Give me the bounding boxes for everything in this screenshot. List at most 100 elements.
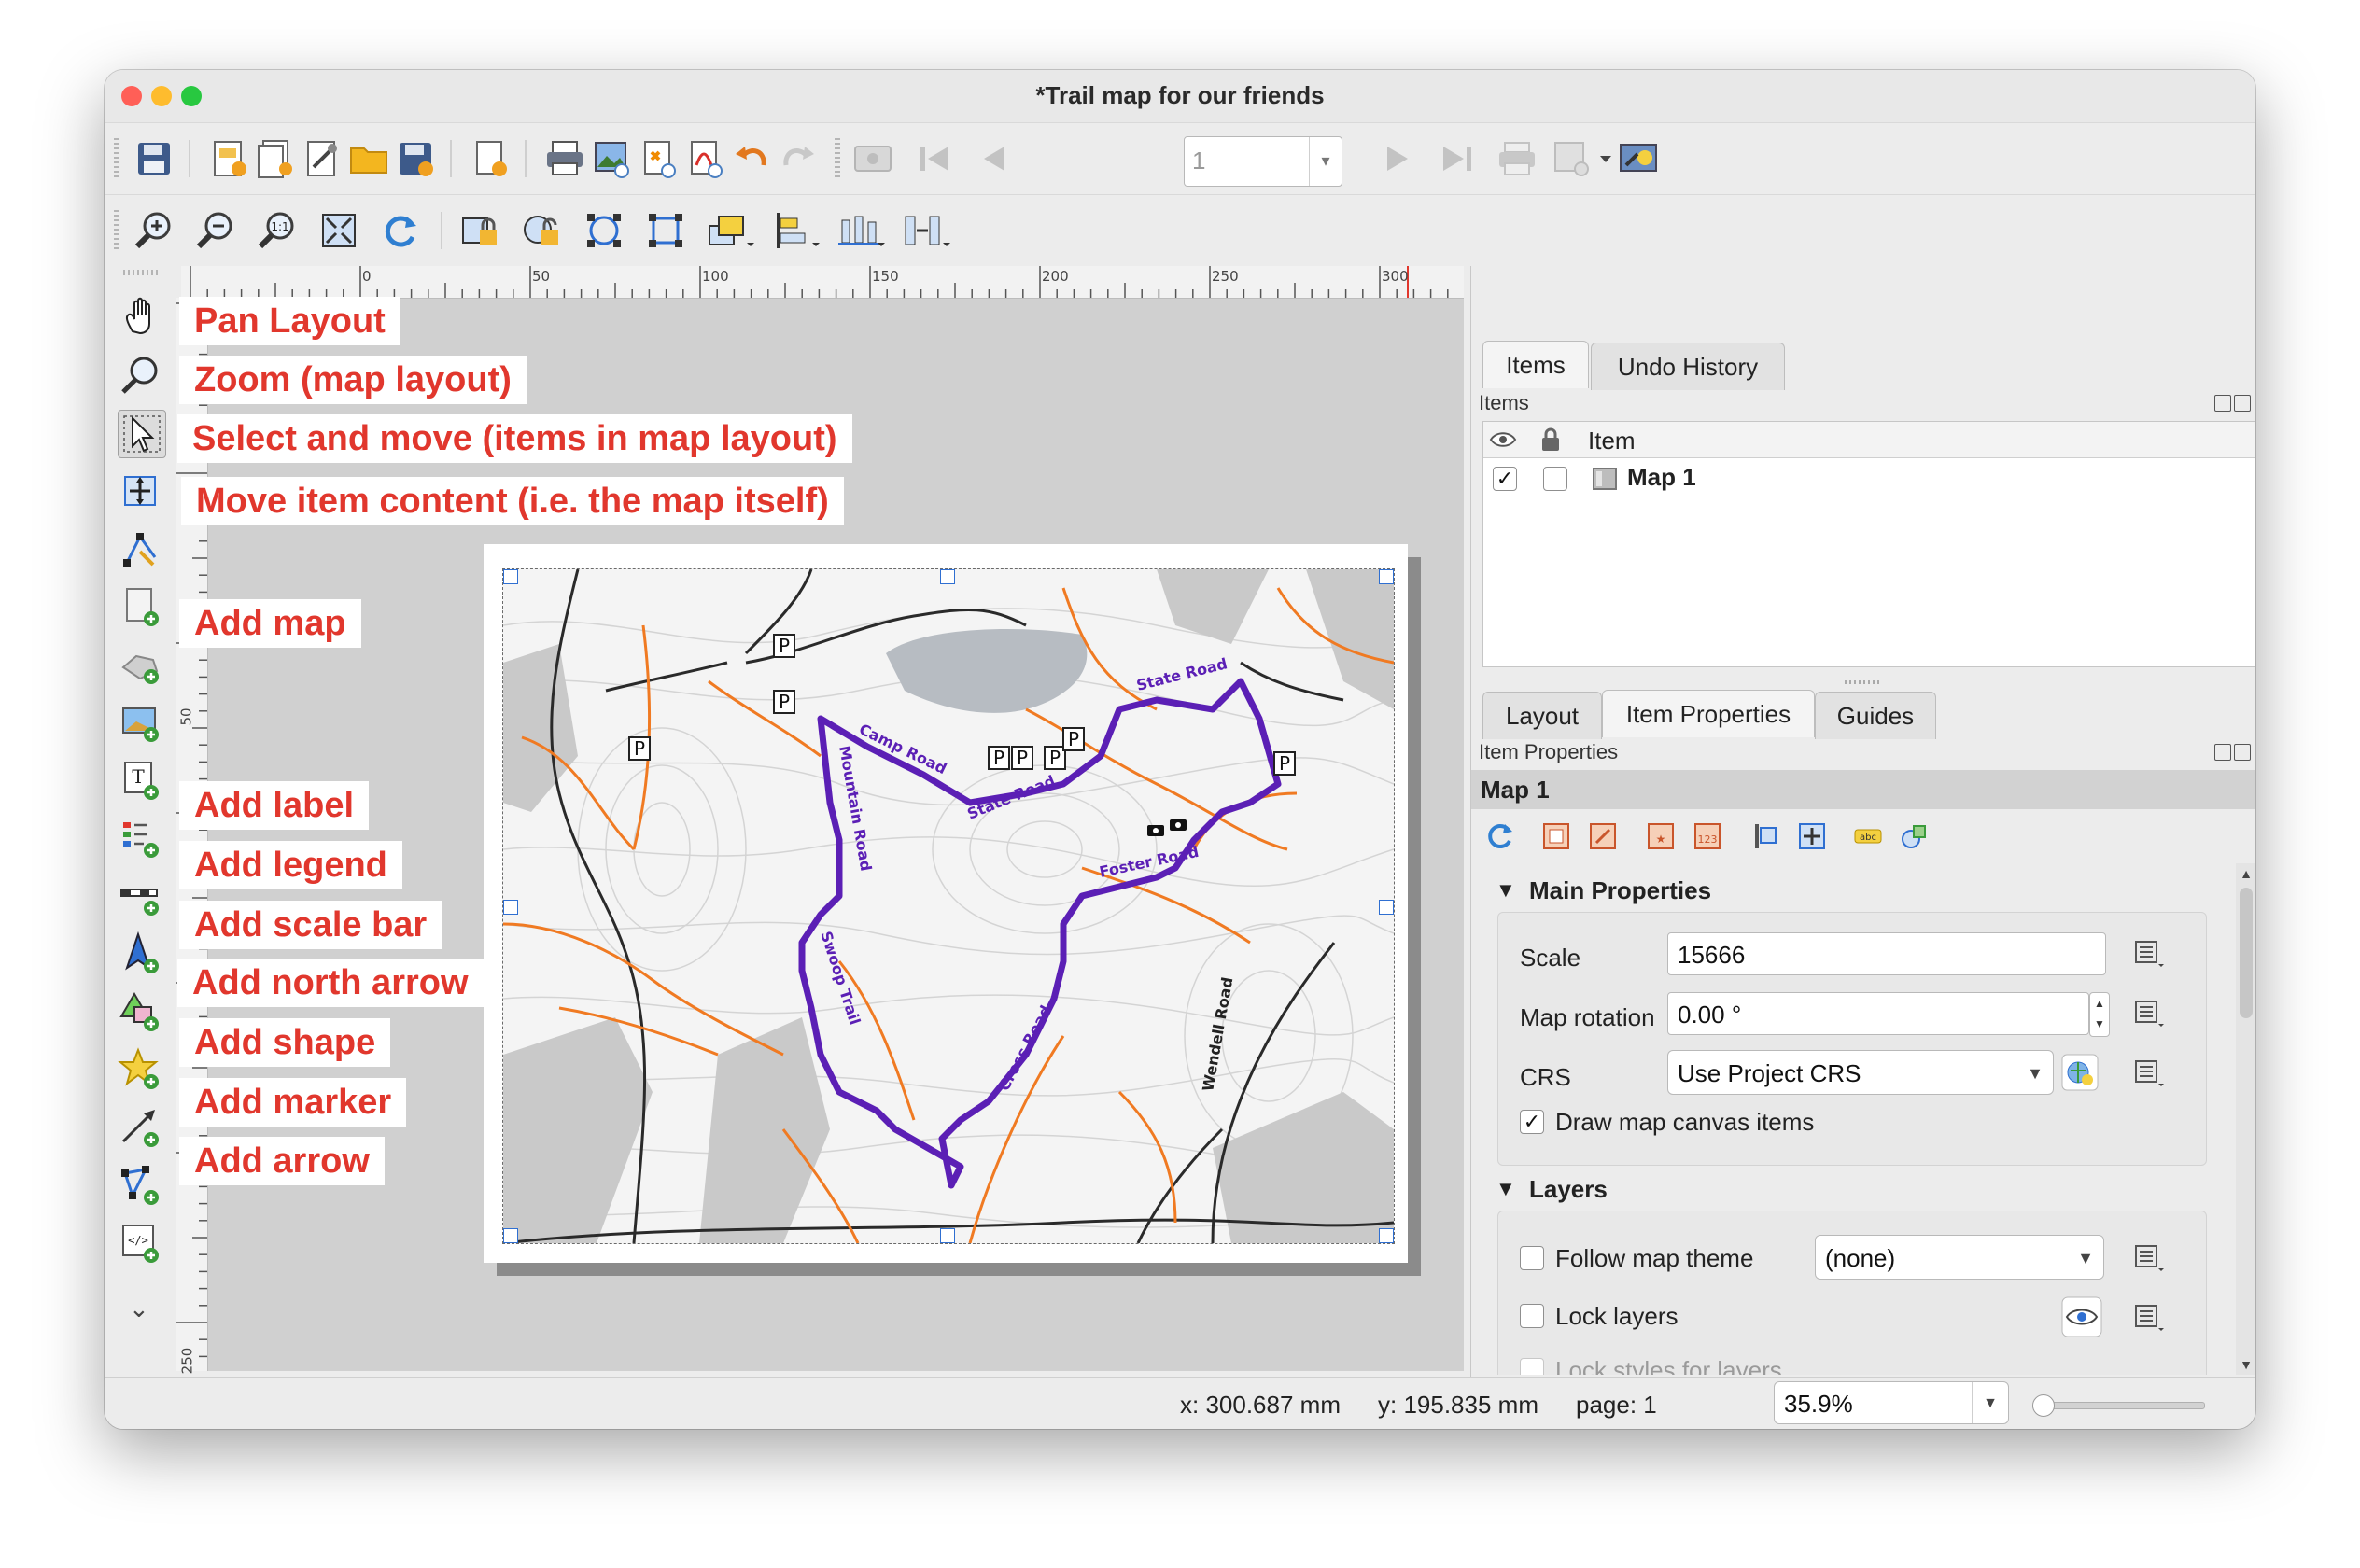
resize-items-icon[interactable] [902,209,954,252]
resize-handle[interactable] [1379,900,1394,915]
previous-feature-icon[interactable] [973,137,1016,180]
tab-layout[interactable]: Layout [1482,692,1602,739]
close-dock-icon[interactable] [2234,395,2251,412]
toolbar-grip[interactable] [123,270,161,275]
zoom-full-icon[interactable] [317,209,360,252]
rotation-stepper-icon[interactable]: ▲ ▼ [2089,992,2110,1037]
zoom-out-icon[interactable] [194,209,237,252]
move-item-content-icon[interactable] [118,468,164,514]
refresh-icon[interactable] [379,209,422,252]
clipping-settings-icon[interactable] [1899,820,1931,852]
new-layout-icon[interactable] [207,137,250,180]
data-defined-override-icon[interactable] [2130,1054,2168,1091]
export-svg-icon[interactable] [637,137,680,180]
duplicate-layout-icon[interactable] [254,137,297,180]
items-tree[interactable]: Item ✓ Map 1 [1482,421,2255,667]
add-node-item-icon[interactable] [118,1162,164,1209]
select-crs-icon[interactable] [2061,1054,2099,1091]
tab-item-properties[interactable]: Item Properties [1602,690,1815,737]
refresh-preview-icon[interactable] [1484,820,1516,852]
set-extent-icon[interactable] [1540,820,1572,852]
atlas-preview-icon[interactable] [851,137,894,180]
layers-toggle-icon[interactable]: ▼ [1496,1177,1516,1201]
data-defined-override-icon[interactable] [2130,994,2168,1031]
map-item[interactable]: P P P P P P P P Camp Road Mountain Road … [502,568,1395,1244]
chevron-down-icon[interactable]: ▼ [2027,1051,2044,1096]
chevron-down-icon[interactable]: ▾ [1309,137,1342,186]
layer-visibility-eye-icon[interactable] [2061,1296,2102,1337]
lock-styles-checkbox[interactable] [1520,1358,1544,1375]
select-move-icon[interactable] [118,410,166,458]
print-atlas-icon[interactable] [1496,137,1538,180]
layout-manager-icon[interactable] [301,137,344,180]
print-icon[interactable] [543,137,586,180]
float-dock-icon[interactable] [2214,744,2231,761]
undo-icon[interactable] [730,137,773,180]
zoom-layout-icon[interactable] [118,352,164,399]
resize-handle[interactable] [1379,1228,1394,1243]
chevron-down-icon[interactable]: ▼ [2077,1236,2094,1281]
resize-handle[interactable] [940,569,955,584]
export-atlas-icon[interactable] [1550,137,1619,180]
save-as-template-icon[interactable] [394,137,437,180]
atlas-control-icon[interactable] [1749,820,1781,852]
lock-layers-checkbox[interactable] [1520,1304,1544,1328]
add-marker-icon[interactable] [118,1046,164,1093]
group-items-icon[interactable] [583,209,625,252]
add-label-icon[interactable]: T [118,757,164,804]
toolbar-grip[interactable] [114,210,119,251]
add-map-icon[interactable] [118,583,164,630]
open-folder-icon[interactable] [347,137,390,180]
toolbar-grip[interactable] [835,138,840,179]
follow-map-theme-checkbox[interactable] [1520,1246,1544,1270]
redo-icon[interactable] [777,137,820,180]
first-feature-icon[interactable] [913,137,956,180]
tab-undo-history[interactable]: Undo History [1591,343,1785,390]
lock-items-icon[interactable] [459,209,502,252]
align-items-icon[interactable] [771,209,823,252]
export-pdf-icon[interactable] [683,137,726,180]
label-settings-icon[interactable]: abc [1852,820,1884,852]
splitter-handle[interactable] [1845,680,1882,684]
map-rotation-spinbox[interactable]: 0.00 ° [1667,992,2089,1035]
export-image-icon[interactable] [590,137,633,180]
tab-guides[interactable]: Guides [1815,692,1936,739]
item-lock-checkbox[interactable] [1543,467,1567,491]
add-html-icon[interactable]: </> [118,1220,164,1267]
add-arrow-icon[interactable] [118,1104,164,1151]
scroll-thumb[interactable] [2240,888,2253,1018]
add-north-arrow-icon[interactable] [118,931,164,977]
data-defined-override-icon[interactable] [2130,1298,2168,1336]
tree-row[interactable]: ✓ Map 1 [1483,459,2255,497]
distribute-items-icon[interactable] [836,209,889,252]
resize-handle[interactable] [503,900,518,915]
crs-select[interactable]: Use Project CRS ▼ [1667,1050,2054,1095]
edit-nodes-icon[interactable] [118,525,164,572]
draw-canvas-items-checkbox[interactable]: ✓ [1520,1110,1544,1134]
map-theme-select[interactable]: (none) ▼ [1815,1235,2104,1280]
main-properties-toggle-icon[interactable]: ▼ [1496,878,1516,903]
resize-handle[interactable] [940,1228,955,1243]
scale-input[interactable]: 15666 [1667,932,2106,975]
resize-handle[interactable] [1379,569,1394,584]
properties-scroll-area[interactable]: ▲ ▼ ▼ Main Properties Scale 15666 Map ro… [1471,863,2255,1375]
add-scale-bar-icon[interactable] [118,873,164,919]
bookmark-icon[interactable]: ★ [1645,820,1677,852]
float-dock-icon[interactable] [2214,395,2231,412]
atlas-settings-icon[interactable] [1617,137,1660,180]
lock-layers-icon[interactable]: 123 [1692,820,1723,852]
scroll-down-icon[interactable]: ▼ [2236,1354,2255,1375]
raise-items-icon[interactable] [706,209,758,252]
resize-handle[interactable] [503,1228,518,1243]
item-visible-checkbox[interactable]: ✓ [1493,467,1517,491]
add-pages-icon[interactable] [469,137,512,180]
pan-layout-icon[interactable] [118,294,164,341]
last-feature-icon[interactable] [1436,137,1479,180]
ungroup-items-icon[interactable] [644,209,687,252]
view-extent-icon[interactable] [1587,820,1619,852]
zoom-slider-thumb[interactable] [2032,1394,2055,1417]
page-number-combo[interactable]: 1 ▾ [1184,136,1342,187]
chevron-down-icon[interactable]: ▼ [1972,1382,2008,1423]
toolbar-grip[interactable] [114,138,119,179]
next-feature-icon[interactable] [1376,137,1419,180]
